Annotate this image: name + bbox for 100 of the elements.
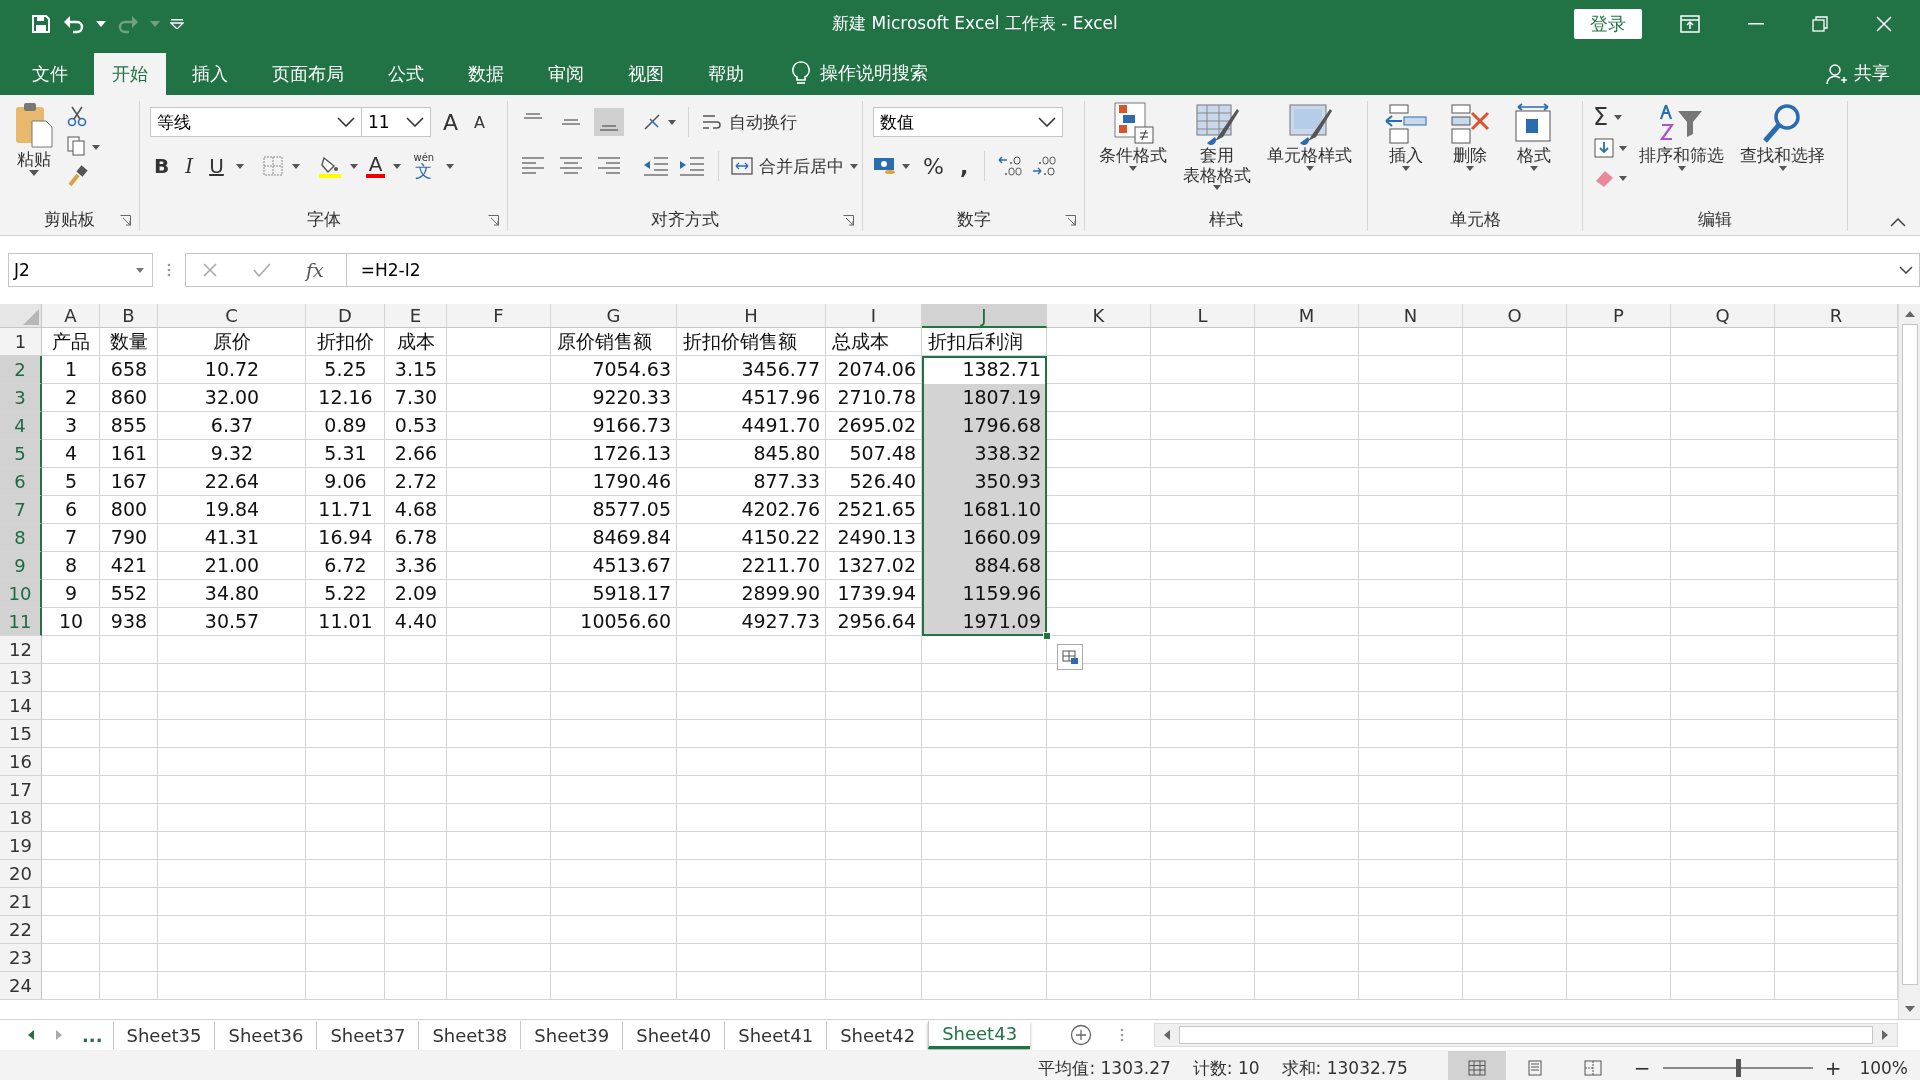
cell-styles-button[interactable]: 单元格样式 [1263, 101, 1356, 171]
table-cell[interactable]: 41.31 [158, 524, 306, 552]
sheet-tab[interactable]: Sheet35 [112, 1021, 215, 1049]
autosum-button[interactable]: Σ [1593, 105, 1627, 129]
column-header[interactable]: L [1151, 304, 1255, 328]
table-cell[interactable]: 6.72 [306, 552, 385, 580]
table-cell[interactable]: 5.31 [306, 440, 385, 468]
ribbon-tab[interactable]: 数据 [450, 53, 522, 95]
horizontal-scrollbar[interactable] [1154, 1023, 1898, 1047]
table-cell[interactable]: 0.89 [306, 412, 385, 440]
number-format-field[interactable]: 数值 [873, 107, 1063, 137]
ribbon-tab[interactable]: 审阅 [530, 53, 602, 95]
row-header[interactable]: 12 [0, 636, 42, 664]
column-header[interactable]: P [1567, 304, 1671, 328]
table-cell[interactable]: 2899.90 [677, 580, 826, 608]
copy-icon[interactable] [66, 135, 100, 157]
table-cell[interactable]: 2956.64 [826, 608, 922, 636]
scrollbar-thumb[interactable] [1901, 324, 1918, 985]
fill-down-icon[interactable] [1593, 137, 1627, 159]
table-cell[interactable]: 6.78 [385, 524, 447, 552]
row-header[interactable]: 23 [0, 944, 42, 972]
scroll-left-icon[interactable] [1163, 1029, 1172, 1041]
table-cell[interactable]: 7054.63 [551, 356, 677, 384]
add-sheet-icon[interactable] [1070, 1024, 1093, 1046]
customize-icon[interactable] [170, 18, 184, 29]
ribbon-display-icon[interactable] [1680, 14, 1700, 33]
table-cell[interactable]: 16.94 [306, 524, 385, 552]
column-header[interactable]: A [42, 304, 100, 328]
table-cell[interactable]: 2521.65 [826, 496, 922, 524]
table-cell[interactable]: 折扣后利润 [922, 328, 1047, 356]
table-cell[interactable]: 1159.96 [922, 580, 1047, 608]
caret-icon[interactable] [235, 163, 244, 169]
fill-handle[interactable] [1043, 632, 1051, 640]
table-cell[interactable]: 0.53 [385, 412, 447, 440]
table-cell[interactable]: 938 [100, 608, 158, 636]
column-header[interactable]: D [306, 304, 385, 328]
column-header[interactable]: I [826, 304, 922, 328]
bold-button[interactable]: B [150, 154, 174, 178]
row-header[interactable]: 18 [0, 804, 42, 832]
table-cell[interactable]: 2710.78 [826, 384, 922, 412]
table-cell[interactable]: 2695.02 [826, 412, 922, 440]
scroll-right-icon[interactable] [1881, 1029, 1889, 1041]
column-header[interactable]: E [385, 304, 447, 328]
table-cell[interactable]: 350.93 [922, 468, 1047, 496]
table-cell[interactable]: 9220.33 [551, 384, 677, 412]
table-cell[interactable]: 原价 [158, 328, 306, 356]
vertical-scrollbar[interactable] [1898, 304, 1920, 1019]
font-size-field[interactable]: 11 [361, 107, 431, 137]
table-cell[interactable]: 8 [42, 552, 100, 580]
caret-icon[interactable] [349, 163, 358, 169]
column-header[interactable]: G [551, 304, 677, 328]
table-cell[interactable]: 845.80 [677, 440, 826, 468]
table-cell[interactable]: 1327.02 [826, 552, 922, 580]
decrease-font-button[interactable]: A [470, 112, 489, 132]
formula-field[interactable]: =H2-I2 [345, 253, 1920, 287]
table-cell[interactable]: 4150.22 [677, 524, 826, 552]
table-cell[interactable]: 167 [100, 468, 158, 496]
column-header[interactable]: K [1047, 304, 1151, 328]
table-cell[interactable]: 2.72 [385, 468, 447, 496]
zoom-thumb[interactable] [1735, 1059, 1741, 1077]
table-cell[interactable]: 4202.76 [677, 496, 826, 524]
table-cell[interactable]: 855 [100, 412, 158, 440]
scrollbar-thumb[interactable] [1179, 1026, 1873, 1044]
ribbon-tab[interactable]: 插入 [174, 53, 246, 95]
sheet-tab[interactable]: Sheet41 [724, 1021, 827, 1049]
table-cell[interactable]: 10 [42, 608, 100, 636]
row-header[interactable]: 16 [0, 748, 42, 776]
insert-button[interactable]: 插入 [1378, 101, 1434, 171]
merge-center-button[interactable]: 合并后居中 [731, 154, 858, 178]
sheet-tab[interactable]: Sheet43 [928, 1021, 1031, 1049]
row-header[interactable]: 1 [0, 328, 42, 356]
expand-icon[interactable] [1899, 266, 1913, 274]
restore-icon[interactable] [1812, 15, 1828, 32]
column-header[interactable]: B [100, 304, 158, 328]
table-cell[interactable]: 338.32 [922, 440, 1047, 468]
table-cell[interactable]: 2.66 [385, 440, 447, 468]
table-cell[interactable]: 3 [42, 412, 100, 440]
zoom-in-button[interactable]: + [1824, 1056, 1842, 1080]
row-header[interactable]: 14 [0, 692, 42, 720]
table-cell[interactable]: 19.84 [158, 496, 306, 524]
table-cell[interactable]: 原价销售额 [551, 328, 677, 356]
tell-me-search[interactable]: 操作说明搜索 [820, 53, 928, 95]
underline-button[interactable]: U [205, 154, 228, 178]
increase-indent-icon[interactable] [678, 155, 706, 177]
ribbon-tab[interactable]: 公式 [370, 53, 442, 95]
table-cell[interactable]: 790 [100, 524, 158, 552]
table-cell[interactable]: 32.00 [158, 384, 306, 412]
table-cell[interactable]: 860 [100, 384, 158, 412]
table-cell[interactable]: 11.01 [306, 608, 385, 636]
table-cell[interactable]: 5.22 [306, 580, 385, 608]
sheet-tab[interactable]: Sheet40 [622, 1021, 725, 1049]
sort-filter-button[interactable]: 排序和筛选 [1635, 101, 1728, 171]
table-cell[interactable]: 5918.17 [551, 580, 677, 608]
sheet-tab[interactable]: Sheet36 [214, 1021, 317, 1049]
dialog-launcher-icon[interactable] [488, 215, 499, 226]
table-cell[interactable]: 10.72 [158, 356, 306, 384]
table-cell[interactable]: 1739.94 [826, 580, 922, 608]
collapse-ribbon-icon[interactable] [1890, 218, 1906, 227]
table-cell[interactable]: 1660.09 [922, 524, 1047, 552]
dialog-launcher-icon[interactable] [120, 215, 131, 226]
